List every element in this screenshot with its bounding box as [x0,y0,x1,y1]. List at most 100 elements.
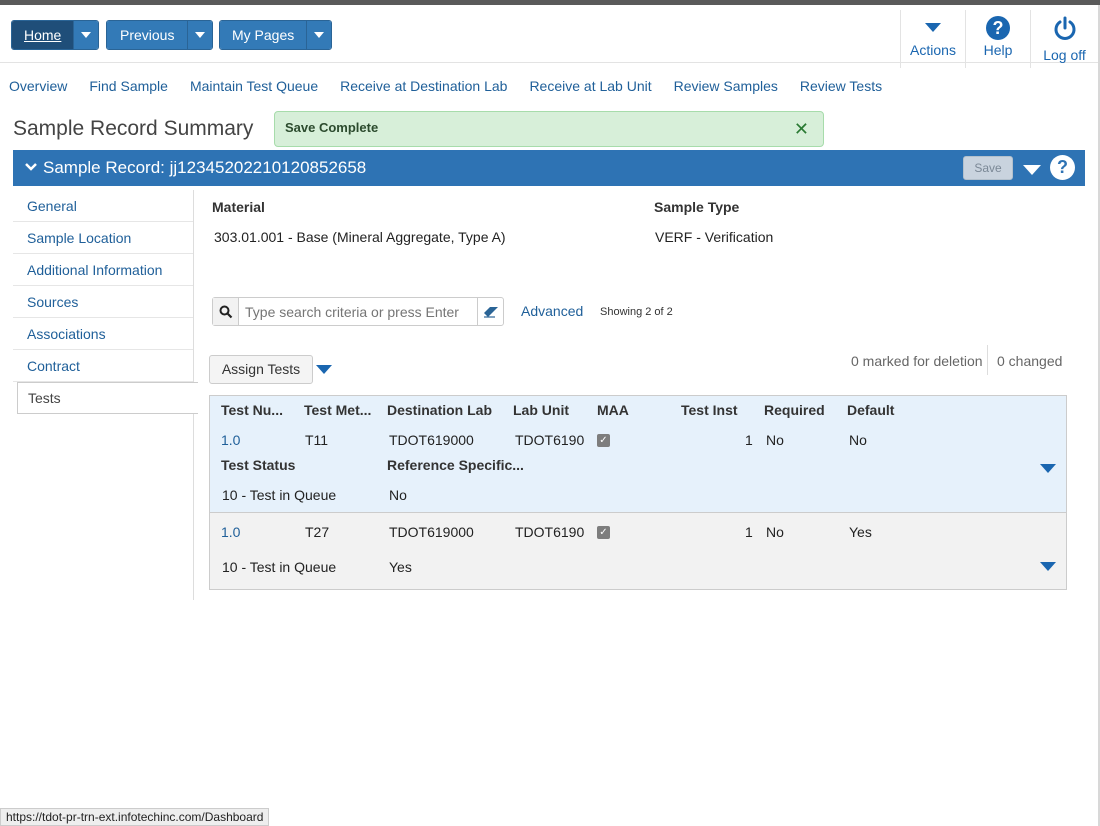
previous-button[interactable]: Previous [107,21,189,49]
mypages-dropdown-toggle[interactable] [307,21,332,49]
nav-find-sample[interactable]: Find Sample [89,78,168,94]
help-label: Help [983,42,1013,58]
nav-review-samples[interactable]: Review Samples [674,78,778,94]
collapse-chevron-icon[interactable] [25,159,37,175]
test-inst-cell: 1 [745,524,753,540]
maa-checkbox[interactable]: ✓ [597,526,610,539]
save-toast: Save Complete ✕ [274,111,824,147]
sample-type-value: VERF - Verification [655,229,774,245]
test-status-cell: 10 - Test in Queue [222,487,337,503]
material-value: 303.01.001 - Base (Mineral Aggregate, Ty… [214,229,506,245]
nav-overview[interactable]: Overview [9,78,67,94]
header-maa: MAA [597,402,629,418]
top-bar: Home Previous My Pages Actions ? Help Lo… [0,5,1100,68]
table-row[interactable]: 1.0 T27 TDOT619000 TDOT6190 ✓ 1 No Yes 1… [210,513,1066,589]
showing-count: Showing 2 of 2 [600,306,673,318]
assign-tests-dropdown-icon[interactable] [316,365,332,374]
close-icon[interactable]: ✕ [794,119,809,140]
marked-for-deletion-count: 0 marked for deletion [851,353,983,369]
test-inst-cell: 1 [745,432,753,448]
material-label: Material [212,199,265,215]
save-button[interactable]: Save [963,156,1013,180]
nav-receive-destination-lab[interactable]: Receive at Destination Lab [340,78,507,94]
required-cell: No [766,524,784,540]
help-button[interactable]: ? Help [965,10,1030,68]
header-reference-spec: Reference Specific... [387,457,524,473]
section-nav: Overview Find Sample Maintain Test Queue… [0,78,895,94]
header-test-inst: Test Inst [681,402,738,418]
sidebar-item-additional-information[interactable]: Additional Information [13,254,193,286]
search-icon[interactable] [213,298,239,325]
assign-tests-button[interactable]: Assign Tests [209,355,313,384]
toast-message: Save Complete [285,120,379,135]
reference-spec-cell: Yes [389,559,412,575]
row-expand-chevron-icon[interactable] [1040,464,1056,473]
logoff-label: Log off [1043,47,1086,63]
row-expand-chevron-icon[interactable] [1040,562,1056,571]
mypages-split-button[interactable]: My Pages [219,20,333,50]
chevron-down-icon [314,32,325,38]
browser-status-url: https://tdot-pr-trn-ext.infotechinc.com/… [0,808,270,826]
eraser-icon[interactable] [477,298,503,325]
record-sidebar: General Sample Location Additional Infor… [13,190,198,600]
sidebar-item-contract[interactable]: Contract [13,350,193,382]
record-help-icon[interactable]: ? [1050,155,1075,180]
test-number-link[interactable]: 1.0 [221,432,240,448]
header-required: Required [764,402,825,418]
advanced-search-link[interactable]: Advanced [521,303,583,319]
test-status-cell: 10 - Test in Queue [222,559,337,575]
reference-spec-cell: No [389,487,407,503]
page-title: Sample Record Summary [13,117,254,140]
chevron-down-icon [925,23,941,32]
record-header-bar: Sample Record: jj12345202210120852658 Sa… [13,150,1085,186]
mypages-button[interactable]: My Pages [220,21,308,49]
sidebar-item-associations[interactable]: Associations [13,318,193,350]
header-destination-lab: Destination Lab [387,402,493,418]
sidebar-item-tests[interactable]: Tests [17,382,198,414]
home-split-button[interactable]: Home [11,20,100,50]
chevron-down-icon [81,32,92,38]
record-menu-chevron-icon[interactable] [1023,165,1041,175]
header-lab-unit: Lab Unit [513,402,569,418]
actions-menu-button[interactable]: Actions [900,10,965,68]
top-actions: Actions ? Help Log off [900,10,1098,68]
tests-grid: Test Nu... Test Met... Destination Lab L… [209,395,1067,590]
nav-receive-lab-unit[interactable]: Receive at Lab Unit [529,78,651,94]
lab-unit-cell: TDOT6190 [515,524,585,540]
default-cell: No [849,432,867,448]
header-test-status: Test Status [221,457,296,473]
previous-dropdown-toggle[interactable] [188,21,213,49]
required-cell: No [766,432,784,448]
nav-review-tests[interactable]: Review Tests [800,78,882,94]
actions-label: Actions [910,42,956,58]
maa-checkbox[interactable]: ✓ [597,434,610,447]
header-test-number: Test Nu... [221,402,283,418]
test-method-cell: T27 [305,524,330,540]
destination-lab-cell: TDOT619000 [389,432,474,448]
sidebar-item-sources[interactable]: Sources [13,286,193,318]
default-cell: Yes [849,524,872,540]
changed-count: 0 changed [997,353,1063,369]
header-test-method: Test Met... [304,402,372,418]
home-button[interactable]: Home [12,21,75,49]
chevron-down-icon [195,32,206,38]
table-row[interactable]: Test Nu... Test Met... Destination Lab L… [210,396,1066,513]
sidebar-item-sample-location[interactable]: Sample Location [13,222,193,254]
previous-split-button[interactable]: Previous [106,20,214,50]
power-icon [1052,16,1078,45]
home-dropdown-toggle[interactable] [74,21,99,49]
lab-unit-cell: TDOT6190 [515,432,585,448]
destination-lab-cell: TDOT619000 [389,524,474,540]
search-box [212,297,504,326]
toolbar-divider [987,345,988,375]
record-title: Sample Record: jj12345202210120852658 [43,158,367,177]
test-method-cell: T11 [305,432,329,448]
nav-maintain-test-queue[interactable]: Maintain Test Queue [190,78,318,94]
sample-type-label: Sample Type [654,199,740,215]
logoff-button[interactable]: Log off [1030,10,1098,68]
header-default: Default [847,402,895,418]
help-icon: ? [986,16,1010,40]
test-number-link[interactable]: 1.0 [221,524,240,540]
sidebar-item-general[interactable]: General [13,190,193,222]
search-input[interactable] [239,298,477,325]
